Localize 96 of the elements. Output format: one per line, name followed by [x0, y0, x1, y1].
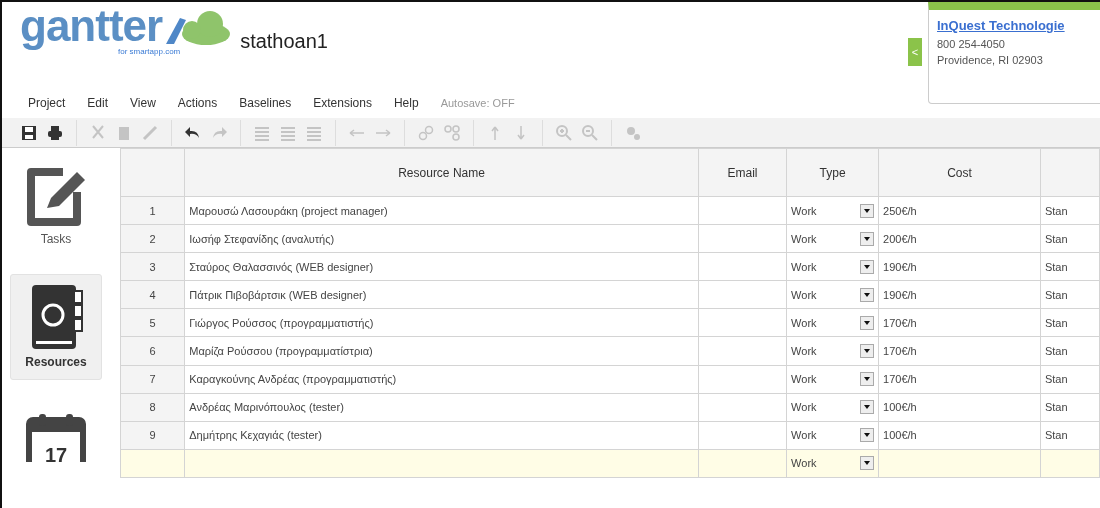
column-6-cell: Stan	[1044, 288, 1068, 301]
logo-tagline: for smartapp.com	[118, 47, 182, 58]
tasks-nav-button[interactable]: Tasks	[10, 156, 102, 256]
dropdown-button[interactable]	[860, 315, 875, 330]
row-number: 3	[149, 260, 156, 273]
save-icon	[20, 123, 38, 142]
resource-name: Γιώργος Ρούσσος (προγραμματιστής)	[189, 316, 374, 329]
print-icon	[46, 123, 64, 142]
menu-item[interactable]: Extensions	[313, 94, 372, 112]
resource-name: Καραγκούνης Ανδρέας (προγραμματιστής)	[189, 373, 397, 386]
calendar-date: 17	[44, 443, 68, 468]
cost-cell: 100€/h	[883, 401, 917, 414]
resources-label: Resources	[25, 354, 87, 371]
caret-icon	[864, 377, 871, 382]
cost-cell: 250€/h	[883, 204, 917, 217]
resource-type: Work	[791, 345, 817, 357]
cost-cell: 170€/h	[883, 373, 917, 386]
resource-name: Δημήτρης Κεχαγιάς (tester)	[189, 429, 322, 442]
ad-phone: 800 254-4050	[937, 36, 1006, 52]
ad-link[interactable]: InQuest Technologie	[937, 18, 1065, 33]
column-header: Resource Name	[184, 148, 699, 197]
resource-name: Σταύρος Θαλασσινός (WEB designer)	[189, 260, 374, 273]
dropdown-button[interactable]	[860, 372, 875, 387]
dropdown-button[interactable]	[860, 400, 875, 415]
resource-name: Ανδρέας Μαρινόπουλος (tester)	[189, 401, 344, 414]
dropdown-button[interactable]	[860, 456, 875, 471]
resource-type: Work	[791, 204, 817, 217]
ad-address: Providence, RI 02903	[937, 53, 1044, 68]
resource-type: Work	[791, 232, 817, 245]
dropdown-button[interactable]	[860, 428, 875, 443]
caret-icon	[864, 433, 871, 438]
resources-nav-button[interactable]: Resources	[10, 274, 102, 380]
caret-icon	[864, 236, 871, 241]
column-6-cell: Stan	[1044, 204, 1068, 217]
dropdown-button[interactable]	[860, 259, 875, 274]
column-header: Email	[698, 148, 787, 197]
caret-icon	[864, 461, 871, 466]
row-number: 1	[149, 204, 156, 217]
dropdown-button[interactable]	[860, 203, 875, 218]
caret-icon	[864, 264, 871, 269]
column-header: Type	[786, 148, 879, 197]
dropdown-button[interactable]	[860, 344, 875, 358]
link-icon	[417, 123, 435, 142]
column-6-cell: Stan	[1044, 232, 1068, 245]
menu-item[interactable]: Edit	[87, 94, 109, 112]
cost-cell: 200€/h	[883, 232, 917, 245]
autosave-status: Autosave: OFF	[440, 95, 515, 111]
zoom-out-icon	[581, 123, 599, 142]
resource-type: Work	[791, 316, 817, 329]
cost-cell: 170€/h	[883, 316, 917, 329]
resource-type: Work	[791, 373, 817, 386]
resource-name: Πάτρικ Πιβοβάρτσικ (WEB designer)	[189, 288, 367, 301]
row-number: 4	[149, 288, 156, 301]
calendar-nav-button[interactable]: 17	[10, 398, 102, 478]
row-number: 5	[149, 316, 156, 329]
menu-item[interactable]: View	[130, 94, 156, 112]
resource-name: Μαρίζα Ρούσσου (προγραμματίστρια)	[189, 345, 373, 357]
cost-cell: 190€/h	[883, 260, 917, 273]
menu-item[interactable]: Baselines	[239, 94, 292, 112]
resource-type: Work	[791, 288, 817, 301]
menu-item[interactable]: Project	[28, 94, 66, 112]
row-number: 6	[149, 345, 156, 357]
menu-item[interactable]: Actions	[177, 94, 218, 112]
caret-icon	[864, 349, 871, 353]
caret-icon	[864, 405, 871, 410]
column-6-cell: Stan	[1044, 401, 1068, 414]
cost-cell: 190€/h	[883, 288, 917, 301]
column-6-cell: Stan	[1044, 345, 1068, 357]
project-title: stathoan1	[240, 29, 328, 54]
menu-item[interactable]: Help	[393, 94, 419, 112]
caret-icon	[864, 320, 871, 325]
column-6-cell: Stan	[1044, 260, 1068, 273]
cost-cell: 170€/h	[883, 345, 917, 357]
unlink-icon	[443, 123, 461, 142]
tasks-label: Tasks	[40, 231, 72, 248]
caret-icon	[864, 292, 871, 297]
dropdown-button[interactable]	[860, 231, 875, 246]
column-6-cell: Stan	[1044, 373, 1068, 386]
row-number: 2	[149, 232, 156, 245]
zoom-in-icon	[555, 123, 573, 142]
column-header: Cost	[878, 148, 1041, 197]
cost-cell: 100€/h	[883, 429, 917, 442]
calendar-icon	[25, 412, 87, 462]
row-number: 7	[149, 373, 156, 386]
dropdown-button[interactable]	[860, 287, 875, 302]
resource-name: Ιωσήφ Στεφανίδης (αναλυτής)	[189, 232, 335, 245]
row-number: 9	[149, 429, 156, 442]
resource-type: Work	[791, 260, 817, 273]
resource-type: Work	[791, 457, 817, 470]
resource-name: Μαρουσώ Λασουράκη (project manager)	[189, 204, 388, 217]
caret-icon	[864, 208, 871, 213]
resource-type: Work	[791, 429, 817, 442]
column-6-cell: Stan	[1044, 316, 1068, 329]
column-6-cell: Stan	[1044, 429, 1068, 442]
resource-type: Work	[791, 401, 817, 414]
row-number: 8	[149, 401, 156, 414]
